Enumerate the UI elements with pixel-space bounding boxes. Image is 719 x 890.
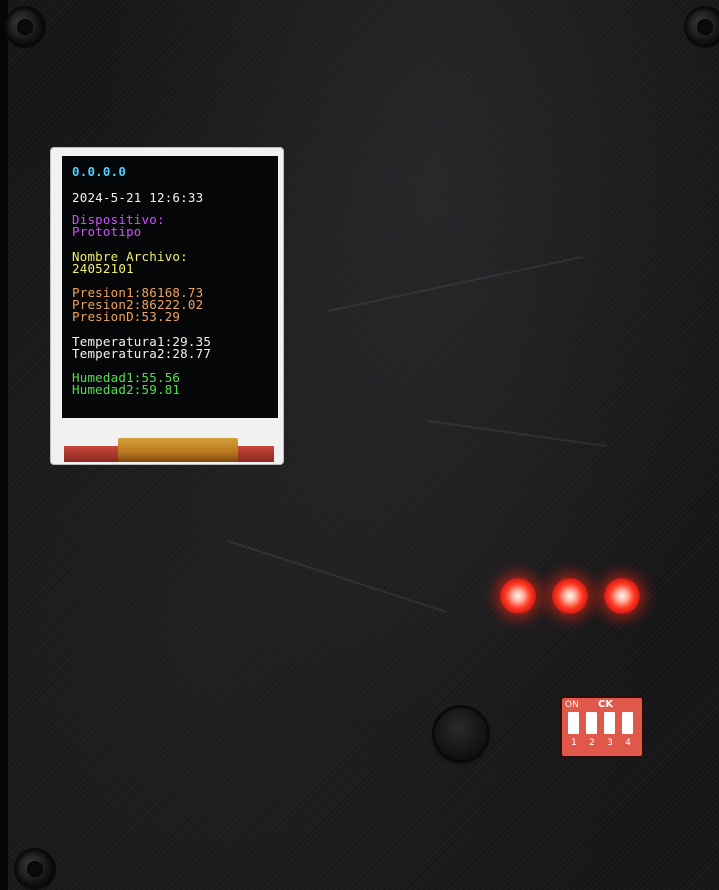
status-led-3	[604, 578, 640, 614]
presionD-reading: PresionD:53.29	[72, 309, 181, 324]
push-button[interactable]	[435, 708, 487, 760]
dip-switch[interactable]: ON CK 1 2 3 4	[562, 698, 642, 756]
surface-scratch	[427, 420, 607, 448]
status-led-1	[500, 578, 536, 614]
lcd-screen: 0.0.0.0 2024-5-21 12:6:33 Dispositivo: P…	[62, 156, 278, 418]
dip-switch-toggle-1[interactable]	[568, 712, 579, 734]
temperatura2-reading: Temperatura2:28.77	[72, 346, 212, 361]
file-name: 24052101	[72, 261, 134, 276]
dip-on-label: ON	[565, 700, 579, 710]
screw-icon	[16, 850, 54, 888]
dip-switch-toggle-3[interactable]	[604, 712, 615, 734]
dip-brand-mark: CK	[598, 699, 614, 710]
device-name: Prototipo	[72, 224, 142, 239]
date-time: 2024-5-21 12:6:33	[72, 190, 204, 205]
panel-edge	[0, 0, 8, 890]
dip-switch-toggle-2[interactable]	[586, 712, 597, 734]
humedad2-reading: Humedad2:59.81	[72, 382, 181, 397]
dip-switch-toggle-4[interactable]	[622, 712, 633, 734]
dip-number-2: 2	[589, 738, 595, 748]
surface-scratch	[227, 540, 448, 614]
ip-address: 0.0.0.0	[72, 164, 127, 179]
screw-icon	[686, 8, 719, 46]
screw-icon	[6, 8, 44, 46]
surface-scratch	[327, 255, 583, 312]
lcd-flex-cable	[118, 438, 238, 462]
dip-number-4: 4	[625, 738, 631, 748]
dip-number-3: 3	[607, 738, 613, 748]
dip-number-1: 1	[571, 738, 577, 748]
status-led-2	[552, 578, 588, 614]
